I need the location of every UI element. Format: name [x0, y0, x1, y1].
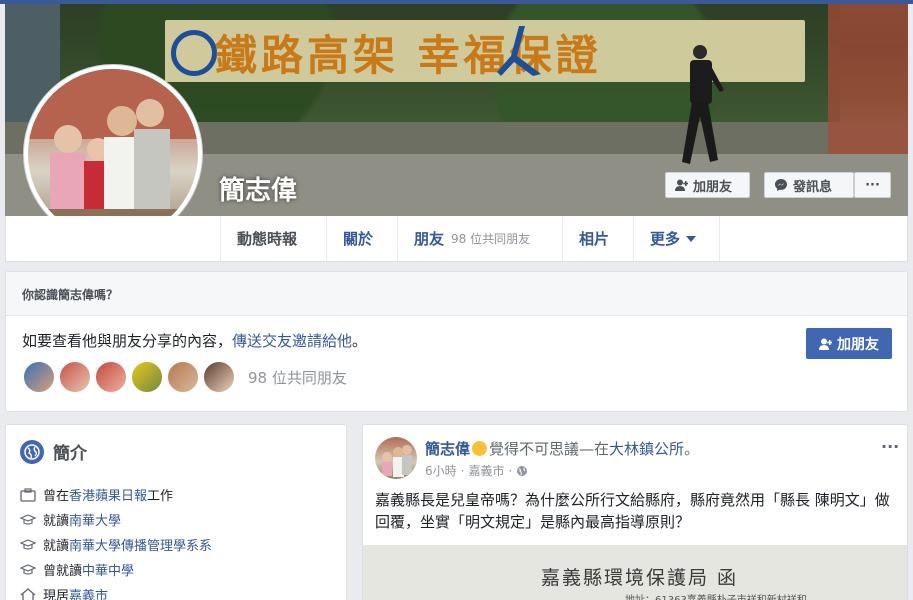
tab-about[interactable]: 關於	[326, 216, 397, 261]
intro-item-prefix: 就讀	[43, 514, 70, 529]
add-friend-primary-button[interactable]: 加朋友	[806, 328, 892, 359]
post-at: 在	[594, 440, 610, 458]
document-subtitle: 地址：61363嘉義縣朴子市祥和新村祥和	[625, 591, 807, 600]
intro-item-residence: 現居嘉義市	[20, 585, 108, 600]
post-location[interactable]: 嘉義市	[468, 462, 504, 479]
friend-avatar[interactable]	[166, 360, 200, 394]
intro-item-suffix: 工作	[147, 489, 174, 504]
graduation-cap-icon	[20, 513, 36, 525]
intro-item-prefix: 曾就讀	[43, 564, 83, 579]
meta-dot: ·	[508, 463, 513, 478]
intro-card: 簡介 曾在香港蘋果日報工作 就讀南華大學 就讀南華大學傳播管理學系系 曾就讀中華…	[5, 424, 347, 600]
home-icon	[20, 587, 36, 600]
post-place-link[interactable]: 大林鎮公所	[609, 440, 684, 458]
friend-avatar[interactable]	[58, 360, 92, 394]
post-image[interactable]: 嘉義縣環境保護局 函 地址：61363嘉義縣朴子市祥和新村祥和	[363, 545, 907, 600]
family-photo-icon	[28, 69, 198, 239]
tab-friends-count: 98 位共同朋友	[451, 232, 531, 246]
post-feeling: 覺得不可思議	[489, 440, 580, 458]
tab-timeline-label: 動態時報	[237, 230, 298, 248]
message-label: 發訊息	[793, 179, 833, 195]
post-meta: 6小時 · 嘉義市 ·	[425, 462, 528, 479]
post-author-avatar[interactable]	[375, 437, 417, 479]
intro-item-education: 曾就讀中華中學	[20, 560, 134, 579]
more-options-button[interactable]: ···	[854, 172, 891, 198]
intro-item-link[interactable]: 南華大學傳播管理學系系	[69, 539, 212, 554]
tab-timeline[interactable]: 動態時報	[220, 216, 326, 261]
intro-item-link[interactable]: 南華大學	[69, 514, 121, 529]
friend-avatar[interactable]	[94, 360, 128, 394]
intro-item-prefix: 就讀	[43, 539, 70, 554]
message-button[interactable]: 發訊息	[764, 172, 854, 198]
intro-item-prefix: 現居	[43, 589, 70, 600]
post-body: 嘉義縣長是兒皇帝嗎？為什麼公所行文給縣府，縣府竟然用「縣長 陳明文」做回覆，坐實…	[375, 491, 890, 531]
intro-title: 簡介	[53, 444, 87, 464]
timeline-post: 簡志偉 覺得不可思議—在大林鎮公所。 6小時 · 嘉義市 · ··· 嘉義縣長是兒…	[362, 424, 908, 600]
intro-item-work: 曾在香港蘋果日報工作	[20, 485, 173, 504]
railway-logo-icon	[171, 30, 217, 76]
profile-tabs: 動態時報 關於 朋友 98 位共同朋友 相片 更多	[5, 216, 908, 262]
cover-banner-text: 鐵路高架 幸福保證	[215, 31, 602, 80]
intro-item-link[interactable]: 嘉義市	[69, 589, 108, 600]
mutual-friends-count[interactable]: 98 位共同朋友	[248, 367, 347, 388]
graduation-cap-icon	[20, 563, 36, 575]
mutual-friends-row: 98 位共同朋友	[22, 360, 347, 394]
globe-icon	[20, 439, 44, 464]
tab-photos-label: 相片	[579, 230, 610, 248]
intro-item-education: 就讀南華大學傳播管理學系系	[20, 535, 212, 554]
tab-photos[interactable]: 相片	[562, 216, 633, 261]
intro-heading: 簡介	[20, 439, 87, 464]
know-text-prefix: 如要查看他與朋友分享的內容，	[22, 332, 233, 350]
know-card-text: 如要查看他與朋友分享的內容，傳送交友邀請給他。	[22, 330, 367, 351]
family-photo-icon	[382, 445, 412, 477]
document-title: 嘉義縣環境保護局 函	[541, 567, 739, 589]
tab-more[interactable]: 更多	[633, 216, 720, 261]
intro-item-education: 就讀南華大學	[20, 510, 121, 529]
add-friend-icon	[675, 179, 688, 191]
add-friend-label: 加朋友	[693, 179, 733, 195]
tab-about-label: 關於	[343, 230, 374, 248]
public-globe-icon[interactable]	[516, 465, 528, 477]
friend-avatar[interactable]	[130, 360, 164, 394]
more-dots-icon: ···	[865, 177, 880, 193]
post-header: 簡志偉 覺得不可思議—在大林鎮公所。	[425, 438, 699, 459]
post-options-icon[interactable]: ···	[881, 437, 899, 456]
send-request-link[interactable]: 傳送交友邀請給他	[232, 332, 352, 350]
tab-friends-label: 朋友	[414, 230, 445, 248]
friend-avatar[interactable]	[22, 360, 56, 394]
add-friend-icon	[819, 338, 832, 350]
know-card-heading: 你認識簡志偉嗎？	[6, 272, 907, 316]
intro-item-prefix: 曾在	[43, 489, 70, 504]
cover-right-building	[828, 4, 908, 154]
post-time[interactable]: 6小時	[425, 462, 457, 479]
graduation-cap-icon	[20, 538, 36, 550]
tab-more-label: 更多	[650, 230, 681, 248]
meta-dot: ·	[460, 463, 465, 478]
briefcase-icon	[20, 487, 36, 502]
add-friend-primary-label: 加朋友	[837, 336, 879, 353]
chevron-down-icon	[686, 235, 697, 242]
walking-person	[682, 45, 724, 164]
tab-friends[interactable]: 朋友 98 位共同朋友	[397, 216, 562, 261]
post-title-end: 。	[684, 440, 700, 458]
post-separator: —	[579, 440, 595, 458]
profile-name: 簡志偉	[219, 176, 298, 206]
friend-avatar[interactable]	[202, 360, 236, 394]
confused-emoji-icon	[472, 441, 488, 456]
post-author-name[interactable]: 簡志偉	[425, 440, 470, 458]
intro-item-link[interactable]: 中華中學	[82, 564, 134, 579]
intro-item-link[interactable]: 香港蘋果日報	[69, 489, 147, 504]
avatar-photo	[28, 69, 198, 239]
add-friend-button[interactable]: 加朋友	[665, 172, 750, 198]
messenger-icon	[775, 179, 787, 191]
know-text-suffix: 。	[352, 332, 368, 350]
know-person-card: 你認識簡志偉嗎？ 如要查看他與朋友分享的內容，傳送交友邀請給他。 加朋友 98 …	[5, 271, 908, 412]
banner-mark-icon	[497, 26, 541, 76]
